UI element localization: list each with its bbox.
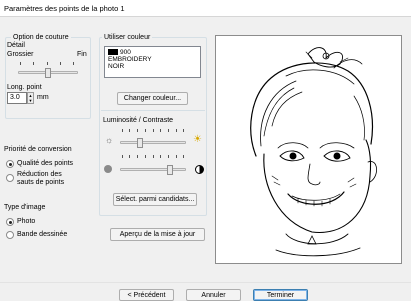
stitch-options-legend: Option de couture [11,33,71,42]
color-list[interactable]: 900 EMBROIDERY NOIR [104,46,201,78]
stitch-length-input[interactable]: 3.0 [7,92,27,104]
fine-label: Fin [77,51,87,58]
cartoon-radio[interactable] [6,231,14,239]
stitch-length-stepper[interactable]: ▲ ▼ [27,92,34,104]
detail-slider-ticks [20,62,74,65]
jump-reduction-radio-label[interactable]: Réduction des sauts de points [17,171,64,187]
brightness-slider-thumb[interactable] [136,138,143,148]
detail-slider-thumb[interactable] [45,68,51,78]
stitch-length-label: Long. point [7,84,42,91]
quality-radio[interactable] [6,160,14,168]
detail-label: Détail [7,42,25,49]
photo-radio[interactable] [6,218,14,226]
update-preview-button[interactable]: Aperçu de la mise à jour [110,228,205,241]
quality-radio-label[interactable]: Qualité des points [17,160,73,167]
brightness-slider-ticks [122,129,184,132]
image-type-label: Type d'image [4,204,46,211]
embroidery-preview-image [250,47,377,257]
contrast-low-icon [104,165,112,173]
brightness-high-icon: ☀ [193,134,202,145]
finish-button[interactable]: Terminer [253,289,308,301]
color-swatch [108,49,118,55]
window-title: Paramètres des points de la photo 1 [4,4,125,13]
brightness-contrast-label: Luminosité / Contraste [103,117,174,124]
footer-separator [0,282,411,283]
cancel-button[interactable]: Annuler [186,289,241,301]
jump-reduction-radio[interactable] [6,174,14,182]
contrast-high-icon [195,165,204,174]
previous-button[interactable]: < Précédent [119,289,174,301]
photo-preview [215,35,402,264]
conversion-priority-label: Priorité de conversion [4,146,72,153]
brightness-slider[interactable] [120,141,186,144]
color-group-legend: Utiliser couleur [102,33,153,42]
photo-radio-label[interactable]: Photo [17,218,35,225]
select-candidates-button[interactable]: Sélect. parmi candidats... [113,193,197,206]
cartoon-radio-label[interactable]: Bande dessinée [17,231,67,238]
color-separator [101,110,205,111]
window-titlebar: Paramètres des points de la photo 1 [0,0,411,17]
change-color-button[interactable]: Changer couleur... [117,92,188,105]
contrast-slider-thumb[interactable] [166,165,173,175]
stitch-options-group: Option de couture [5,33,91,119]
color-list-item[interactable]: 900 EMBROIDERY NOIR [108,49,200,70]
coarse-label: Grossier [7,51,34,58]
contrast-slider[interactable] [120,168,186,171]
contrast-slider-ticks [122,155,184,158]
brightness-low-icon: ☼ [105,135,114,145]
stitch-length-unit: mm [37,94,49,101]
